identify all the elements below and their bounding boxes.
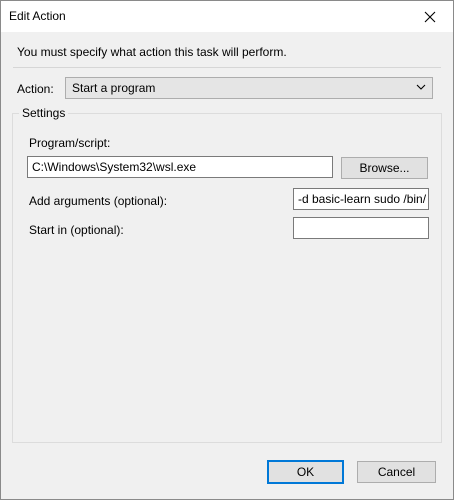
arguments-input[interactable]: -d basic-learn sudo /bin/ [293, 188, 429, 210]
edit-action-dialog: Edit Action You must specify what action… [0, 0, 454, 500]
ok-button[interactable]: OK [267, 460, 344, 484]
close-icon [424, 11, 436, 22]
browse-button[interactable]: Browse... [341, 157, 428, 179]
start-in-label: Start in (optional): [29, 223, 124, 237]
program-script-label: Program/script: [29, 136, 111, 150]
program-script-input[interactable]: C:\Windows\System32\wsl.exe [27, 156, 333, 178]
action-label: Action: [17, 82, 54, 96]
settings-group-title: Settings [19, 106, 69, 120]
arguments-label: Add arguments (optional): [29, 194, 168, 208]
separator [13, 67, 441, 68]
cancel-button[interactable]: Cancel [357, 461, 436, 483]
action-select[interactable]: Start a program [65, 77, 433, 99]
window-title: Edit Action [9, 9, 66, 23]
close-button[interactable] [407, 1, 453, 32]
instruction-text: You must specify what action this task w… [17, 45, 287, 59]
title-bar: Edit Action [1, 1, 453, 32]
action-select-value: Start a program [72, 81, 156, 95]
chevron-down-icon [416, 84, 426, 90]
start-in-input[interactable] [293, 217, 429, 239]
